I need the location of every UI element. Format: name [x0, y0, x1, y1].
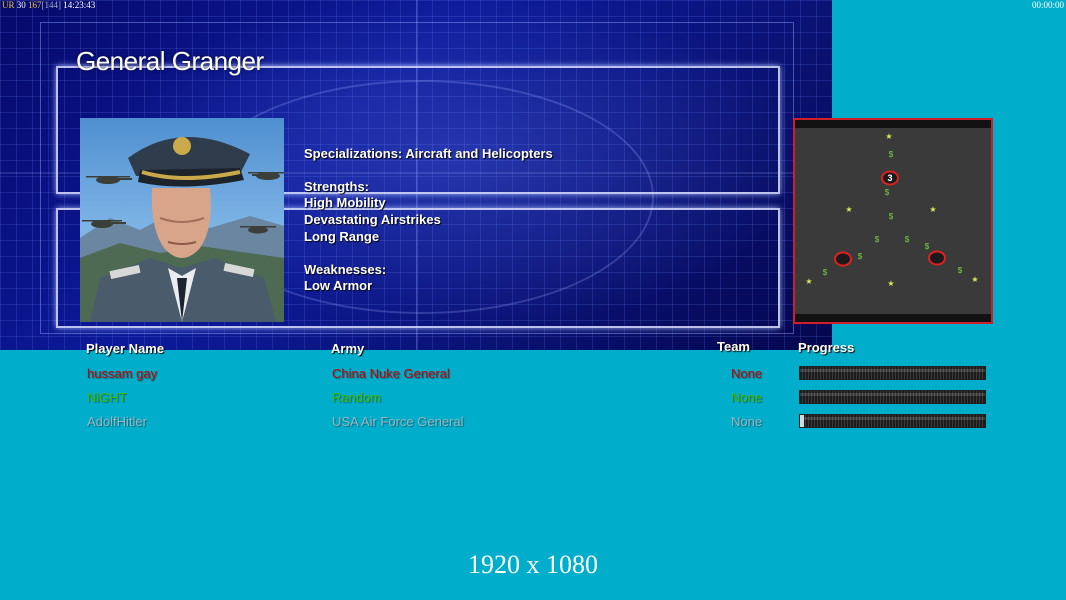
svg-text:$: $ — [885, 188, 890, 197]
svg-text:$: $ — [823, 268, 828, 277]
player-team: None — [731, 390, 763, 405]
svg-text:$: $ — [889, 150, 894, 159]
svg-text:$: $ — [925, 242, 930, 251]
strengths-label: Strengths: — [304, 178, 369, 194]
header-team: Team — [717, 339, 750, 354]
strength-item: Devastating Airstrikes — [304, 212, 441, 228]
weakness-item: Low Armor — [304, 278, 373, 294]
svg-text:★: ★ — [805, 277, 812, 286]
svg-text:$: $ — [958, 266, 963, 275]
svg-text:$: $ — [875, 235, 880, 244]
strength-item: Long Range — [304, 228, 380, 244]
resolution-label: 1920 x 1080 — [468, 550, 598, 579]
hud-value: 30 — [16, 0, 26, 10]
player-progress-bar — [799, 414, 986, 428]
svg-text:★: ★ — [887, 279, 894, 288]
hud-clock: 14:23:43 — [63, 0, 96, 10]
general-bio: Specializations: Aircraft and Helicopter… — [304, 146, 553, 295]
progress-fill — [800, 391, 985, 403]
header-player-name: Player Name — [86, 341, 165, 356]
weaknesses-label: Weaknesses: — [304, 261, 387, 277]
svg-text:$: $ — [858, 252, 863, 261]
strength-item: High Mobility — [304, 195, 386, 211]
player-name: AdolfHitler — [87, 414, 147, 429]
player-progress-bar — [799, 390, 986, 404]
hud-label: UR — [2, 0, 15, 10]
svg-text:★: ★ — [929, 205, 936, 214]
header-progress: Progress — [798, 340, 855, 355]
start-position-label: 3 — [887, 173, 893, 183]
player-army: China Nuke General — [332, 366, 450, 381]
player-name: NiGHT — [87, 390, 127, 405]
player-team: None — [731, 366, 763, 381]
svg-text:★: ★ — [885, 132, 892, 141]
general-name: General Granger — [76, 46, 264, 76]
hud-timer: 00:00:00 — [1031, 0, 1064, 10]
svg-text:★: ★ — [971, 275, 978, 284]
player-progress-bar — [799, 366, 986, 380]
svg-text:★: ★ — [845, 205, 852, 214]
player-army: USA Air Force General — [332, 414, 464, 429]
progress-fill — [800, 415, 804, 427]
minimap-preview: ★ ★ ★ ★ ★ ★ $ $ $ $ $ $ $ $ $ 3 — [793, 118, 993, 324]
player-name: hussam gay — [87, 366, 158, 381]
header-army: Army — [331, 341, 365, 356]
general-briefing-panel: General Granger Specializations: Aircraf… — [0, 0, 832, 350]
player-army: Random — [332, 390, 382, 405]
player-team: None — [731, 414, 763, 429]
progress-fill — [800, 367, 985, 379]
hud-frame-value: 167 — [28, 0, 42, 10]
specializations-text: Specializations: Aircraft and Helicopter… — [304, 146, 553, 161]
svg-text:$: $ — [905, 235, 910, 244]
hud-frame-bracket: [144] — [41, 0, 62, 10]
general-portrait — [80, 118, 284, 322]
svg-text:$: $ — [889, 212, 894, 221]
hud-stats: UR 30 167[144] 14:23:43 — [2, 0, 95, 11]
